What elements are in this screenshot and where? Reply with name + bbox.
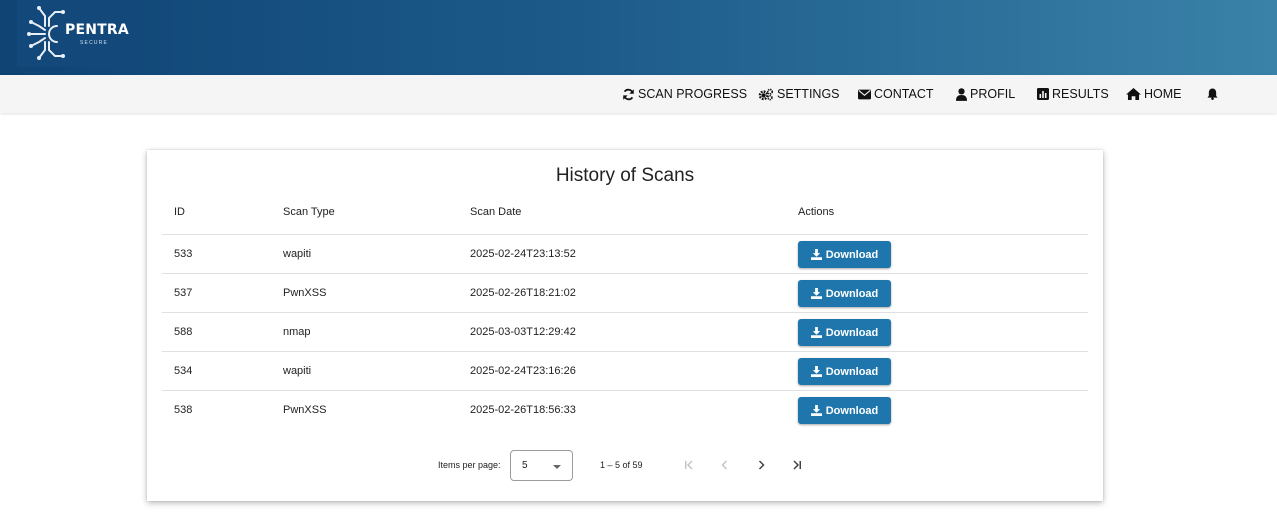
nav-label: HOME — [1144, 87, 1182, 101]
page-range-label: 1 – 5 of 59 — [600, 460, 643, 470]
last-page-button[interactable] — [785, 453, 809, 477]
circuit-logo-icon — [27, 6, 65, 60]
download-icon — [810, 327, 822, 338]
cell-scan-date: 2025-02-24T23:16:26 — [470, 365, 576, 377]
cell-scan-type: nmap — [283, 326, 311, 338]
download-label: Download — [825, 326, 879, 339]
user-icon — [956, 87, 967, 101]
brand-name: PENTRA — [65, 22, 129, 38]
column-header-actions: Actions — [798, 206, 835, 218]
nav-profil[interactable]: PROFIL — [956, 75, 1015, 113]
items-per-page-select[interactable]: 5 — [510, 450, 573, 481]
first-page-icon — [685, 460, 693, 470]
download-button[interactable]: Download — [798, 358, 891, 385]
next-page-icon — [758, 460, 765, 470]
nav-contact[interactable]: CONTACT — [858, 75, 934, 113]
gears-icon — [758, 88, 774, 100]
download-button[interactable]: Download — [798, 397, 891, 424]
download-button[interactable]: Download — [798, 280, 891, 307]
nav-home[interactable]: HOME — [1126, 75, 1182, 113]
page-title: History of Scans — [555, 165, 695, 186]
column-header-id: ID — [174, 206, 185, 218]
nav-scan-progress[interactable]: SCAN PROGRESS — [622, 75, 747, 113]
cell-scan-type: wapiti — [283, 365, 312, 377]
cell-id: 588 — [174, 326, 193, 338]
cell-scan-date: 2025-02-26T18:21:02 — [470, 287, 576, 299]
download-label: Download — [825, 287, 879, 300]
bell-icon — [1207, 88, 1218, 100]
cell-scan-type: PwnXSS — [283, 287, 327, 299]
download-icon — [810, 366, 822, 377]
nav-results[interactable]: RESULTS — [1037, 75, 1109, 113]
cell-scan-date: 2025-02-24T23:13:52 — [470, 248, 576, 260]
nav-label: PROFIL — [970, 87, 1016, 101]
download-button[interactable]: Download — [798, 319, 891, 346]
cell-id: 534 — [174, 365, 193, 377]
nav-label: CONTACT — [874, 87, 934, 101]
cell-scan-type: PwnXSS — [283, 404, 327, 416]
cell-scan-date: 2025-02-26T18:56:33 — [470, 404, 576, 416]
download-icon — [810, 405, 822, 416]
download-label: Download — [825, 404, 879, 417]
scan-history-card: History of Scans ID Scan Type Scan Date … — [147, 150, 1103, 501]
home-icon — [1126, 88, 1141, 100]
nav-label: SETTINGS — [777, 87, 840, 101]
previous-page-button[interactable] — [713, 453, 737, 477]
app-header: PENTRA SECURE — [0, 0, 1277, 75]
nav-settings[interactable]: SETTINGS — [758, 75, 840, 113]
download-button[interactable]: Download — [798, 241, 891, 268]
cell-scan-date: 2025-03-03T12:29:42 — [470, 326, 576, 338]
cell-scan-type: wapiti — [283, 248, 312, 260]
previous-page-icon — [721, 460, 728, 470]
table-row: 537 PwnXSS 2025-02-26T18:21:02 Download — [162, 273, 1088, 312]
cell-id: 538 — [174, 404, 193, 416]
pentra-logo[interactable]: PENTRA SECURE — [17, 0, 137, 67]
column-header-scan-date: Scan Date — [470, 206, 522, 218]
cell-id: 533 — [174, 248, 193, 260]
nav-label: SCAN PROGRESS — [638, 87, 748, 101]
table-row: 588 nmap 2025-03-03T12:29:42 Download — [162, 312, 1088, 351]
last-page-icon — [793, 460, 801, 470]
table-row: 538 PwnXSS 2025-02-26T18:56:33 Download — [162, 390, 1088, 429]
next-page-button[interactable] — [749, 453, 773, 477]
dropdown-arrow-icon — [553, 465, 561, 469]
items-per-page-label: Items per page: — [438, 460, 501, 470]
main-navbar: SCAN PROGRESS SETTINGS CONTACT PROFIL RE… — [0, 75, 1277, 113]
download-icon — [810, 249, 822, 260]
refresh-icon — [623, 88, 634, 100]
notifications-button[interactable] — [1207, 75, 1218, 113]
cell-id: 537 — [174, 287, 193, 299]
table-row: 533 wapiti 2025-02-24T23:13:52 Download — [162, 234, 1088, 273]
download-label: Download — [825, 365, 879, 378]
download-icon — [810, 288, 822, 299]
bar-chart-icon — [1037, 88, 1049, 100]
envelope-icon — [858, 89, 871, 99]
items-per-page-value: 5 — [522, 460, 528, 471]
brand-tagline: SECURE — [80, 40, 109, 46]
table-row: 534 wapiti 2025-02-24T23:16:26 Download — [162, 351, 1088, 390]
column-header-scan-type: Scan Type — [283, 206, 335, 218]
download-label: Download — [825, 248, 879, 261]
first-page-button[interactable] — [677, 453, 701, 477]
nav-label: RESULTS — [1052, 87, 1109, 101]
